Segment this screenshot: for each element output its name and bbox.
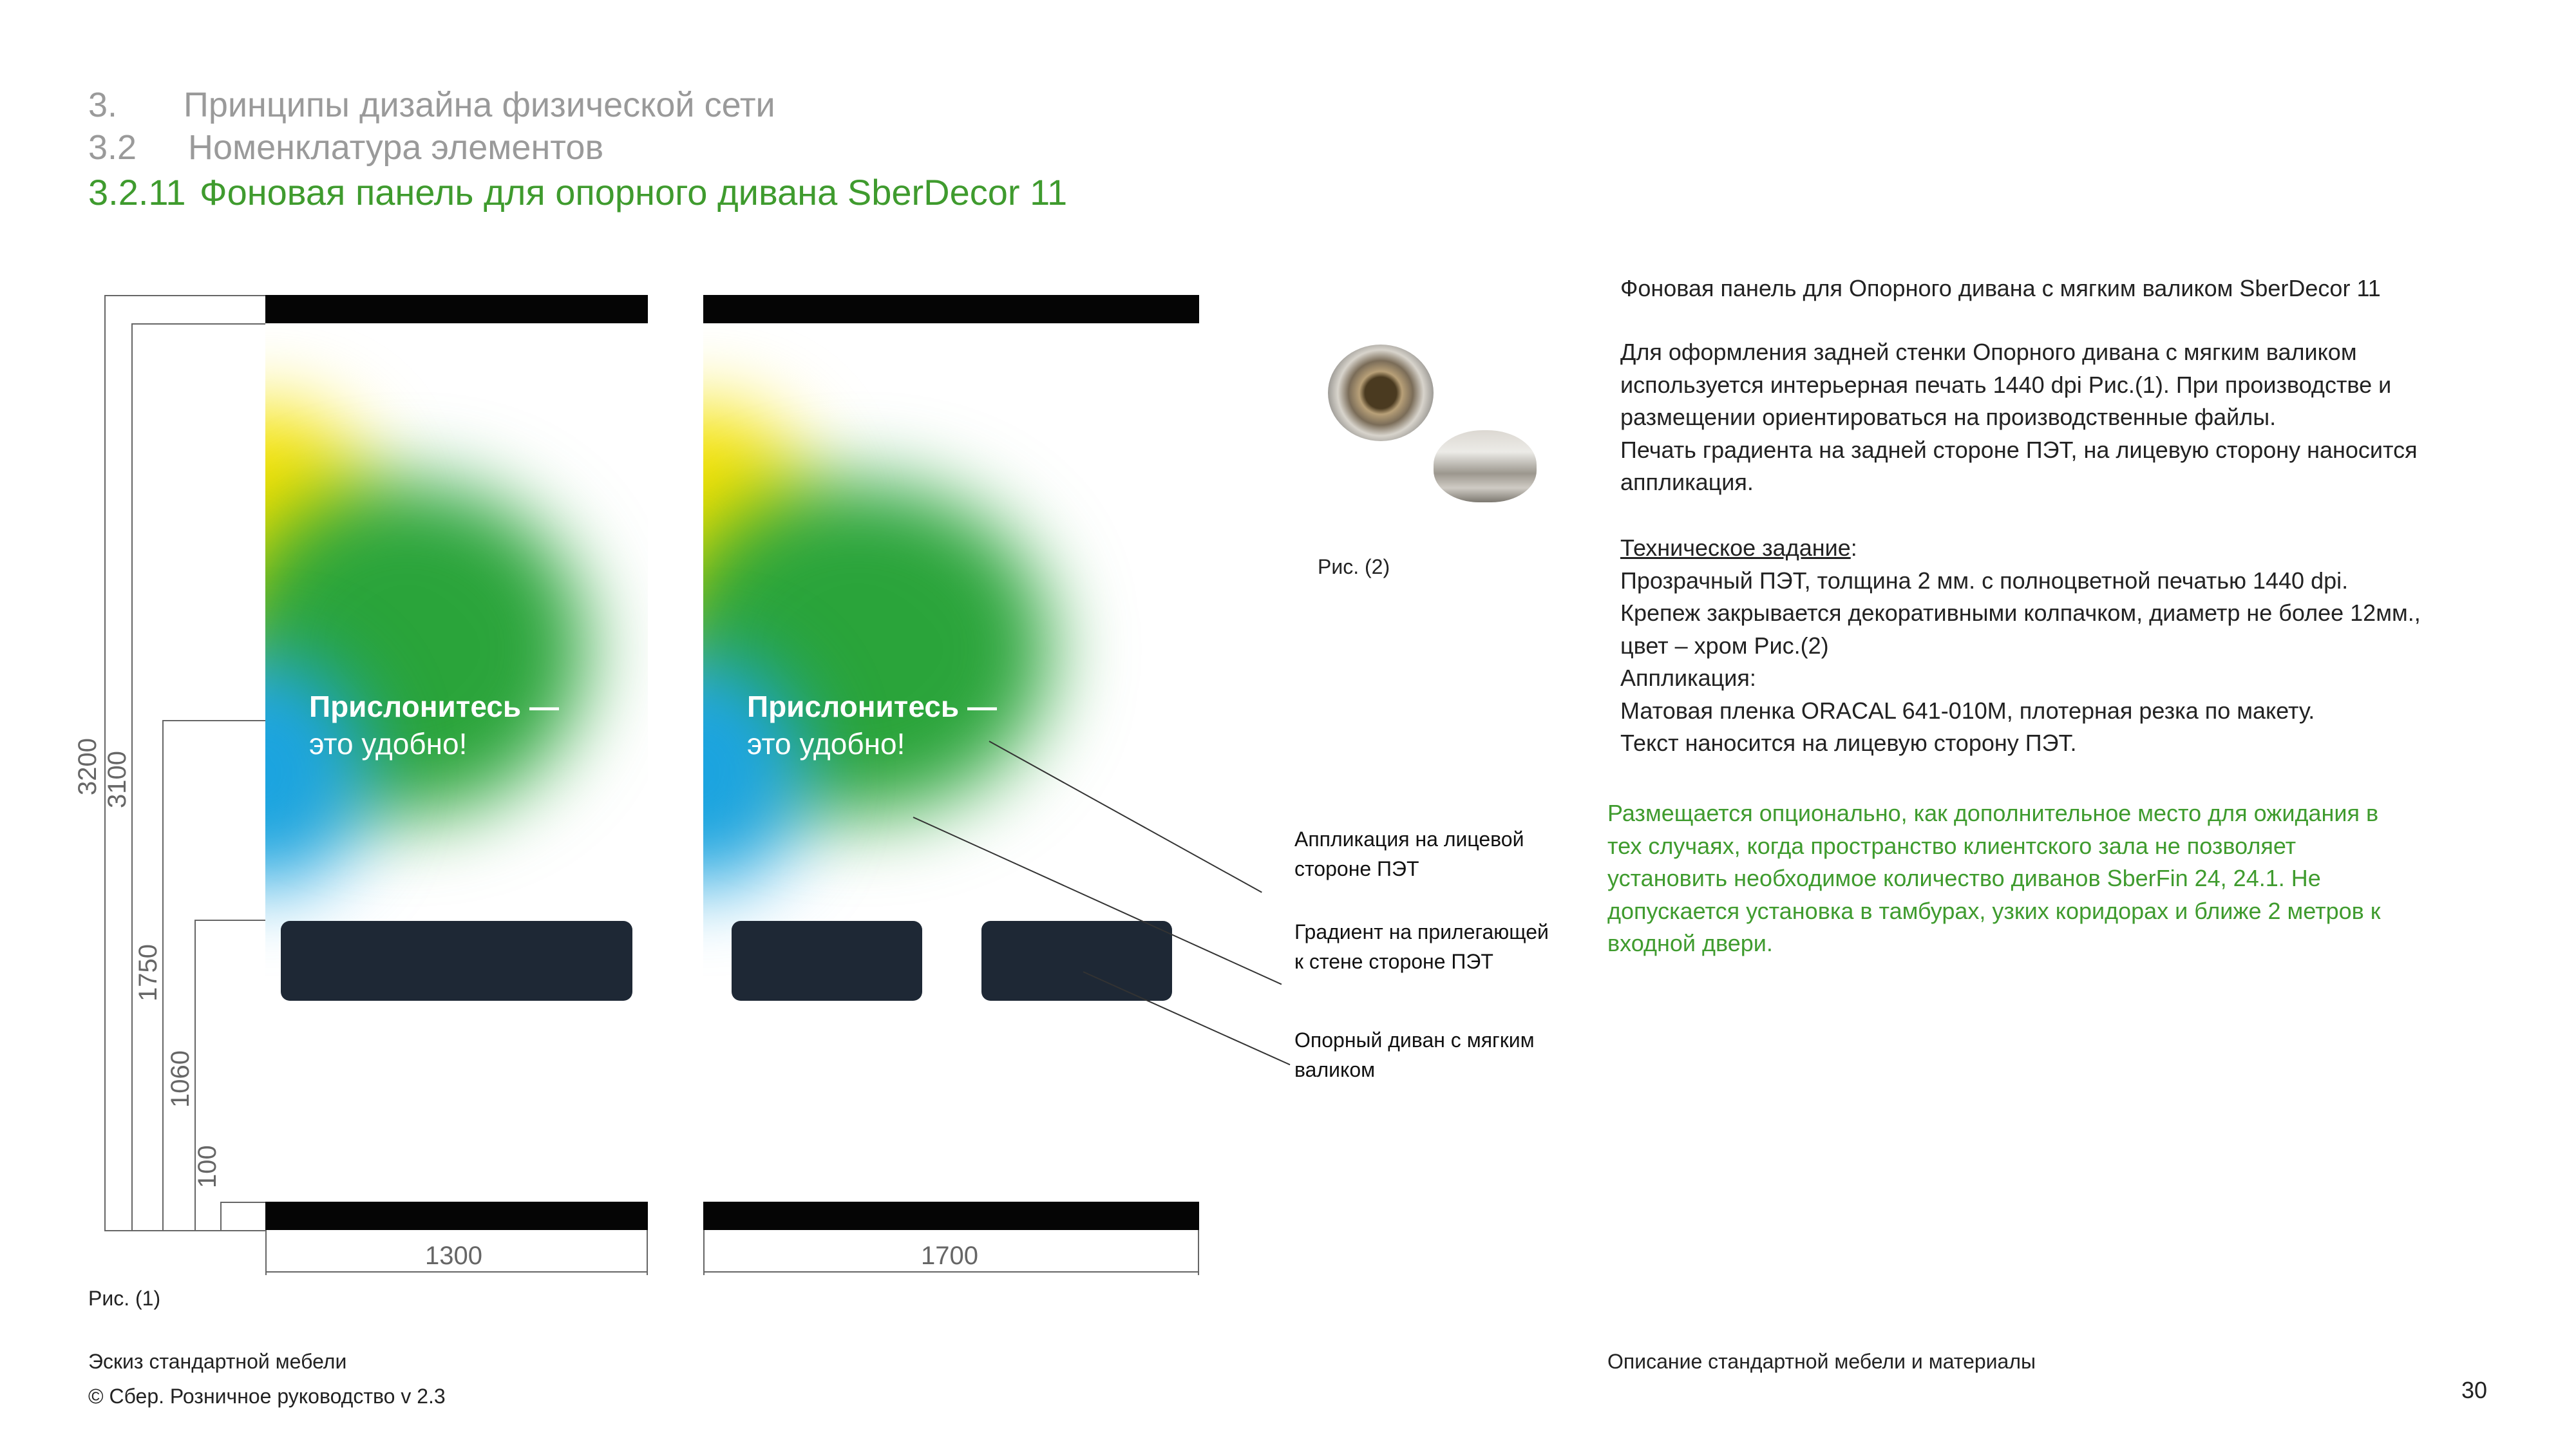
sofa-seat [281,921,632,1001]
dim-label-3200: 3200 [73,738,102,795]
spec-label: Техническое задание [1620,535,1851,561]
panel-right: Прислонитесь — это удобно! [703,295,1199,1233]
callout-line: Аппликация на лицевой [1294,828,1524,851]
dim-ext-1060 [194,920,265,921]
note-line: Размещается опционально, как дополнитель… [1607,800,2379,826]
page-title-text: Фоновая панель для опорного дивана SberD… [200,172,1068,213]
panel-left-top-bar [265,295,648,323]
callout-sofa: Опорный диван с мягким валиком [1294,1025,1535,1084]
description-paragraph: Для оформления задней стенки Опорного ди… [1620,336,2418,499]
footer-sketch-label: Эскиз стандартной мебели [88,1350,347,1373]
page-title: 3.2.11 Фоновая панель для опорного дивана… [88,171,1067,213]
chrome-cap-front [1328,345,1434,441]
slogan-right: Прислонитесь — это удобно! [747,688,997,762]
description-line: используется интерьерная печать 1440 dpi… [1620,371,2392,398]
sofa-seat [981,921,1172,1001]
panel-left-bottom-bar [265,1202,648,1230]
callout-applique: Аппликация на лицевой стороне ПЭТ [1294,824,1524,884]
note-line: установить необходимое количество дивано… [1607,865,2321,891]
chrome-cap-side [1434,430,1537,502]
spec-line: Матовая пленка ORACAL 641-010M, плотерна… [1620,697,2315,724]
spec-line: цвет – хром Рис.(2) [1620,632,1829,659]
dim-ext-100 [220,1202,265,1203]
slogan-left: Прислонитесь — это удобно! [309,688,559,762]
dim-ext-top [104,295,265,296]
panel-left: Прислонитесь — это удобно! [265,295,648,1233]
slogan-line1: Прислонитесь — [747,690,997,723]
dim-width-left-tick-l [265,1230,267,1275]
figure-2-caption: Рис. (2) [1318,555,1390,578]
spec-heading: Техническое задание: [1620,532,2421,565]
subsection-title: Номенклатура элементов [188,128,604,167]
spec-line: Прозрачный ПЭТ, толщина 2 мм. с полноцве… [1620,567,2349,594]
footer-description-label: Описание стандартной мебели и материалы [1607,1350,2036,1373]
section-number: 3. [88,86,118,124]
dim-label-3100: 3100 [103,751,131,808]
dim-label-1060: 1060 [166,1050,194,1108]
sofa-seat [732,921,922,1001]
description-line: аппликация. [1620,469,1754,495]
spec-line: Текст наносится на лицевую сторону ПЭТ. [1620,730,2077,756]
description-title: Фоновая панель для Опорного дивана с мяг… [1620,275,2381,301]
section-title: Принципы дизайна физической сети [184,86,775,124]
figure-1-caption: Рис. (1) [88,1287,161,1310]
callout-line: Опорный диван с мягким [1294,1028,1535,1052]
dim-line-100 [220,1202,222,1230]
slogan-line2: это удобно! [309,727,468,761]
dim-ext-1750 [162,720,265,721]
dim-width-left-line [265,1271,648,1273]
description-line: Печать градиента на задней стороне ПЭТ, … [1620,436,2418,463]
slogan-line1: Прислонитесь — [309,690,559,723]
technical-spec: Техническое задание: Прозрачный ПЭТ, тол… [1620,532,2421,760]
dim-ext-3100 [131,323,265,325]
dim-ext-bottom [104,1230,265,1231]
dim-width-right-line [703,1271,1199,1273]
spec-colon: : [1850,535,1857,561]
dim-label-1750: 1750 [134,944,162,1001]
dim-width-left-tick-r [647,1230,648,1275]
footer-copyright: © Сбер. Розничное руководство v 2.3 [88,1385,446,1408]
panel-right-bottom-bar [703,1202,1199,1230]
subsection-heading: 3.2 Номенклатура элементов [88,128,603,167]
dim-width-right-tick-l [703,1230,705,1275]
page-number: 30 [2461,1377,2488,1403]
note-line: допускается установка в тамбурах, узких … [1607,897,2381,924]
callout-line: Градиент на прилегающей [1294,920,1549,943]
dim-label-100: 100 [193,1145,222,1188]
dim-width-right: 1700 [921,1242,978,1270]
spec-line: Крепеж закрывается декоративными колпачк… [1620,600,2421,626]
note-line: тех случаях, когда пространство клиентск… [1607,832,2297,859]
description-line: размещении ориентироваться на производст… [1620,404,2277,430]
note-line: входной двери. [1607,930,1773,956]
placement-note: Размещается опционально, как дополнитель… [1607,797,2381,960]
callout-line: к стене стороне ПЭТ [1294,950,1493,973]
dim-width-left: 1300 [425,1242,482,1270]
subsection-number: 3.2 [88,128,137,167]
description-line: Для оформления задней стенки Опорного ди… [1620,339,2357,365]
dim-width-right-tick-r [1198,1230,1199,1275]
slogan-line2: это удобно! [747,727,905,761]
panel-right-top-bar [703,295,1199,323]
callout-line: валиком [1294,1058,1376,1081]
spec-line: Аппликация: [1620,665,1756,691]
callout-gradient: Градиент на прилегающей к стене стороне … [1294,917,1549,976]
page-title-number: 3.2.11 [88,172,186,213]
callout-line: стороне ПЭТ [1294,857,1419,880]
section-heading: 3. Принципы дизайна физической сети [88,85,775,125]
